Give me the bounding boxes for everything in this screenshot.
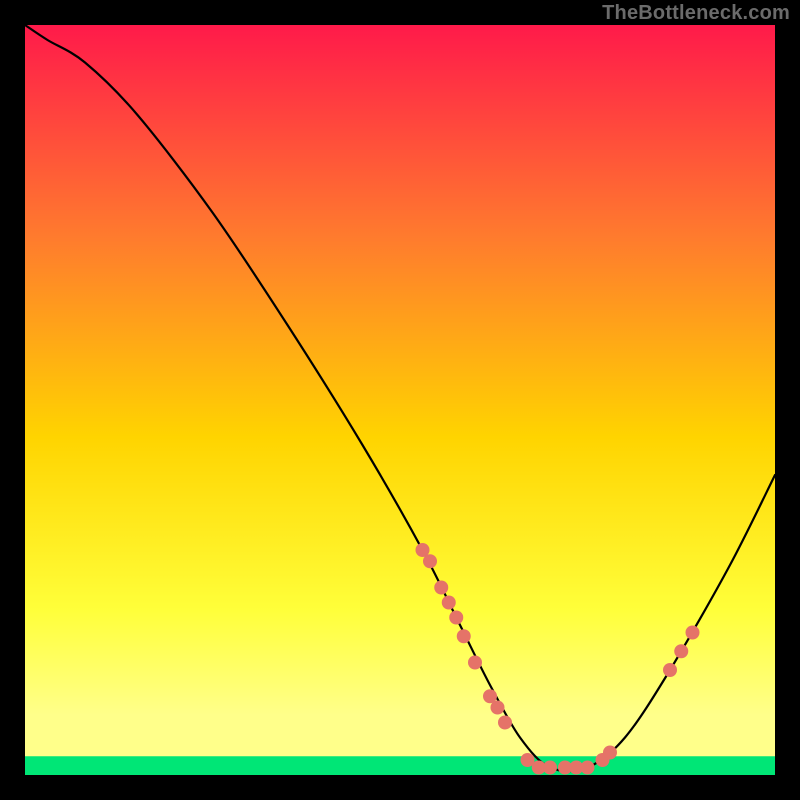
bottleneck-plot (0, 0, 800, 800)
highlight-point (581, 761, 595, 775)
highlight-point (442, 596, 456, 610)
bottom-green-band (25, 756, 775, 775)
highlight-point (498, 716, 512, 730)
highlight-point (434, 581, 448, 595)
highlight-point (603, 746, 617, 760)
highlight-point (674, 644, 688, 658)
highlight-point (663, 663, 677, 677)
highlight-point (686, 626, 700, 640)
plot-background (25, 25, 775, 775)
highlight-point (449, 611, 463, 625)
chart-frame: TheBottleneck.com (0, 0, 800, 800)
highlight-point (423, 554, 437, 568)
highlight-point (457, 629, 471, 643)
highlight-point (491, 701, 505, 715)
highlight-point (543, 761, 557, 775)
highlight-point (468, 656, 482, 670)
